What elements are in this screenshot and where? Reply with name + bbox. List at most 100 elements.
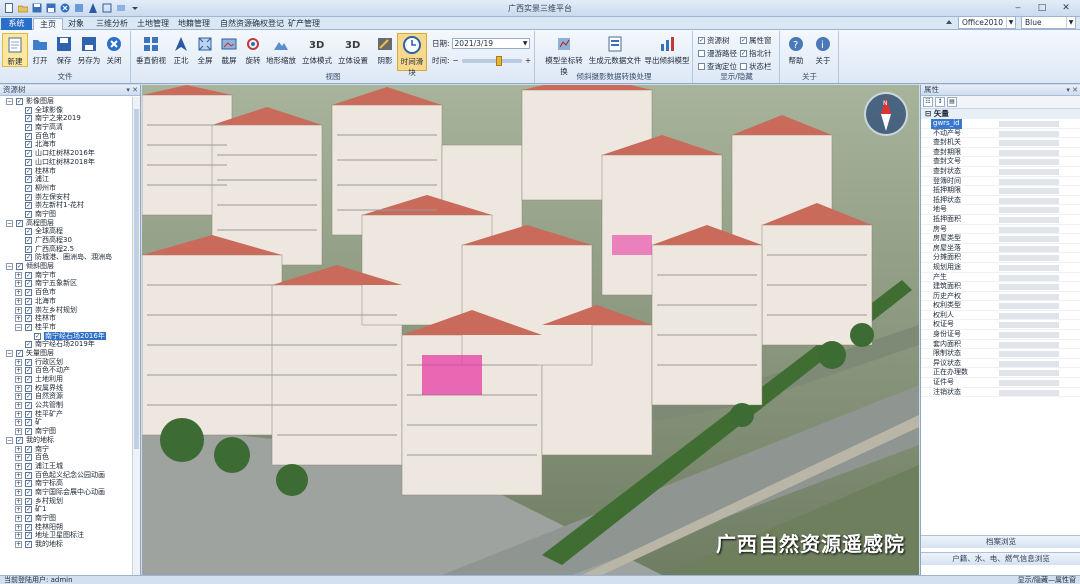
tree-item[interactable]: + ✓ 南宁国际会展中心动画 xyxy=(0,488,132,497)
tree-item[interactable]: + ✓ 南宁五象新区 xyxy=(0,279,132,288)
tree-item[interactable]: − ✓ 矢量图层 xyxy=(0,349,132,358)
property-row[interactable]: 分摊面积 xyxy=(921,253,1080,263)
expand-icon[interactable]: + xyxy=(15,306,22,314)
layer-checkbox[interactable]: ✓ xyxy=(25,280,32,288)
roaming-path-checkbox[interactable]: 漫游路径 xyxy=(698,48,737,59)
property-row[interactable]: 查封状态 xyxy=(921,167,1080,177)
layer-checkbox[interactable]: ✓ xyxy=(25,358,32,366)
north-button[interactable]: 正北 xyxy=(168,33,194,66)
layer-checkbox[interactable]: ✓ xyxy=(25,289,32,297)
time-slider[interactable] xyxy=(461,55,522,66)
property-row[interactable]: 建筑面积 xyxy=(921,282,1080,292)
tree-item[interactable]: − ✓ 高程图层 xyxy=(0,219,132,228)
map-viewport[interactable]: N 广西自然资源遥感院 xyxy=(142,85,919,575)
expand-icon[interactable]: + xyxy=(15,454,22,462)
property-row[interactable]: 查封期限 xyxy=(921,148,1080,158)
layer-checkbox[interactable]: ✓ xyxy=(25,228,32,236)
expand-icon[interactable]: + xyxy=(15,384,22,392)
layer-checkbox[interactable]: ✓ xyxy=(25,428,32,436)
tree-scrollbar[interactable] xyxy=(132,97,140,575)
expand-icon[interactable]: + xyxy=(15,297,22,305)
close-icon[interactable]: ✕ xyxy=(1054,1,1078,15)
property-row[interactable]: 正在办理数 xyxy=(921,368,1080,379)
expand-icon[interactable]: + xyxy=(15,410,22,418)
property-row[interactable]: 房号 xyxy=(921,225,1080,235)
property-row[interactable]: 套内面积 xyxy=(921,340,1080,350)
tree-item[interactable]: + ✓ 浦江王城 xyxy=(0,462,132,471)
tree-item[interactable]: + ✓ 行政区划 xyxy=(0,358,132,367)
property-row[interactable]: 历史产权 xyxy=(921,292,1080,302)
shadow-button[interactable]: 阴影 xyxy=(372,33,398,66)
layer-checkbox[interactable]: ✓ xyxy=(25,158,32,166)
property-row[interactable]: 查封文号 xyxy=(921,157,1080,167)
property-row[interactable]: 地号 xyxy=(921,205,1080,215)
tree-item[interactable]: ✓ 山口红树林2016年 xyxy=(0,149,132,158)
layer-checkbox[interactable]: ✓ xyxy=(25,532,32,540)
time-slider-button[interactable]: 时间滑块 xyxy=(397,33,427,77)
gen-metadata-button[interactable]: 生成元数据文件 xyxy=(588,33,642,66)
expand-icon[interactable]: + xyxy=(15,445,22,453)
tree-item[interactable]: ✓ 北海市 xyxy=(0,140,132,149)
expand-icon[interactable]: + xyxy=(15,497,22,505)
tree-item[interactable]: + ✓ 南宁图 xyxy=(0,427,132,436)
tree-item[interactable]: + ✓ 北海市 xyxy=(0,297,132,306)
tree-item[interactable]: + ✓ 桂林市 xyxy=(0,314,132,323)
layer-checkbox[interactable]: ✓ xyxy=(16,263,23,271)
property-row[interactable]: 证件号 xyxy=(921,378,1080,388)
compass-checkbox[interactable]: ✓ 指北针 xyxy=(740,48,772,59)
layer-checkbox[interactable]: ✓ xyxy=(25,515,32,522)
tree-item[interactable]: + ✓ 我的地标 xyxy=(0,540,132,549)
property-pages-icon[interactable]: ▤ xyxy=(947,97,957,107)
layer-checkbox[interactable]: ✓ xyxy=(16,349,23,357)
layer-checkbox[interactable]: ✓ xyxy=(25,245,32,253)
layer-checkbox[interactable]: ✓ xyxy=(25,150,32,158)
collapse-icon[interactable]: − xyxy=(6,263,13,271)
tree-item[interactable]: + ✓ 百色起义纪念公园动画 xyxy=(0,471,132,480)
layer-checkbox[interactable]: ✓ xyxy=(25,454,32,462)
tree-item[interactable]: ✓ 广西高程30 xyxy=(0,236,132,245)
sort-az-icon[interactable]: ↕ xyxy=(935,97,945,107)
close-button[interactable]: 关闭 xyxy=(101,33,127,66)
screenshot-button[interactable]: 截屏 xyxy=(216,33,242,66)
collapse-icon[interactable]: − xyxy=(15,323,22,331)
expand-icon[interactable]: + xyxy=(15,488,22,496)
property-row[interactable]: gwrs_id xyxy=(921,119,1080,129)
help-button[interactable]: ? 帮助 xyxy=(783,33,809,66)
layer-checkbox[interactable]: ✓ xyxy=(25,297,32,305)
expand-icon[interactable]: + xyxy=(15,271,22,279)
tree-item[interactable]: ✓ 柳州市 xyxy=(0,184,132,193)
expand-icon[interactable]: + xyxy=(15,541,22,549)
layer-checkbox[interactable]: ✓ xyxy=(25,115,32,123)
export-oblique-button[interactable]: 导出倾斜模型 xyxy=(644,33,690,66)
layer-checkbox[interactable]: ✓ xyxy=(25,176,32,184)
expand-icon[interactable]: + xyxy=(15,471,22,479)
layer-checkbox[interactable]: ✓ xyxy=(25,124,32,132)
property-row[interactable]: 身份证号 xyxy=(921,330,1080,340)
layer-checkbox[interactable]: ✓ xyxy=(25,393,32,401)
tree-item[interactable]: + ✓ 矿 xyxy=(0,418,132,427)
expand-icon[interactable]: + xyxy=(15,402,22,410)
tree-item[interactable]: + ✓ 南宁标高 xyxy=(0,479,132,488)
tree-item[interactable]: ✓ 山口红树林2018年 xyxy=(0,158,132,167)
tree-item[interactable]: ✓ 南宁高清 xyxy=(0,123,132,132)
layer-checkbox[interactable]: ✓ xyxy=(16,98,23,105)
property-row[interactable]: 规划用途 xyxy=(921,263,1080,273)
layer-checkbox[interactable]: ✓ xyxy=(25,315,32,323)
layer-checkbox[interactable]: ✓ xyxy=(25,132,32,140)
expand-icon[interactable]: + xyxy=(15,376,22,383)
tree-item[interactable]: ✓ 南宁经石场2019年 xyxy=(0,340,132,349)
property-row[interactable]: 抵押面积 xyxy=(921,215,1080,225)
tree-item[interactable]: + ✓ 矿1 xyxy=(0,505,132,514)
tab-land-management[interactable]: 土地管理 xyxy=(131,18,175,30)
about-button[interactable]: i 关于 xyxy=(810,33,836,66)
tree-item[interactable]: ✓ 崇左保安村 xyxy=(0,193,132,202)
tree-item[interactable]: + ✓ 南宁图 xyxy=(0,514,132,523)
layer-checkbox[interactable]: ✓ xyxy=(25,202,32,210)
tab-natural-resource-registration[interactable]: 自然资源确权登记 xyxy=(214,18,290,30)
property-row[interactable]: 抵押期限 xyxy=(921,186,1080,196)
tree-item[interactable]: + ✓ 地址卫星图标注 xyxy=(0,531,132,540)
tree-item[interactable]: ✓ 桂林市 xyxy=(0,167,132,176)
layer-checkbox[interactable]: ✓ xyxy=(25,254,32,262)
expand-icon[interactable]: + xyxy=(15,506,22,514)
vertical-view-button[interactable]: 垂直俯视 xyxy=(134,33,168,66)
